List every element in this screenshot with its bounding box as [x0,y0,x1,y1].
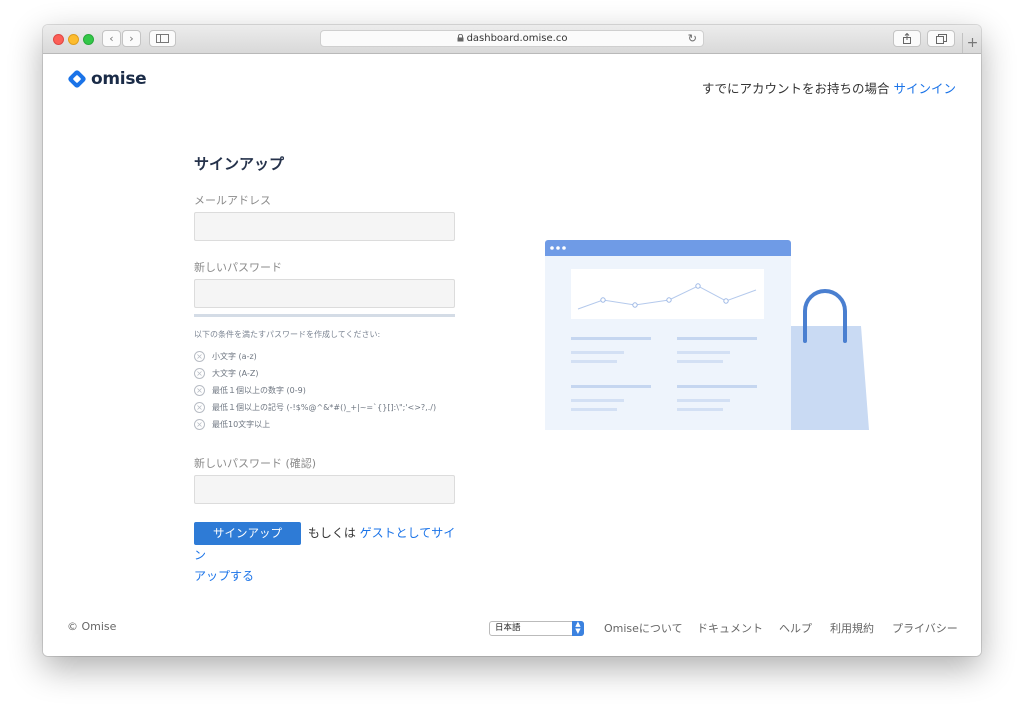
reload-icon[interactable]: ↻ [688,31,697,46]
forward-icon: › [129,32,134,45]
password-strength-bar [194,314,455,317]
sidebar-button[interactable] [149,30,176,47]
url-text: dashboard.omise.co [466,33,568,44]
rule-text: 小文字 (a-z) [212,352,257,361]
x-circle-icon: × [194,385,205,396]
rule-text: 最低１個以上の数字 (0-9) [212,386,306,395]
omise-logo-icon [68,70,86,88]
page-content: omise すでにアカウントをお持ちの場合 サインイン サインアップ メールアド… [43,54,981,656]
share-button[interactable] [893,30,921,47]
form-actions: サインアップ もしくは ゲストとしてサイン アップする [194,522,464,587]
signup-form: サインアップ メールアドレス 新しいパスワード 以下の条件を満たすパスワードを作… [194,153,464,587]
footer-link-docs[interactable]: ドキュメント [697,620,763,636]
minimize-window-button[interactable] [68,34,79,45]
back-button[interactable]: ‹ [102,30,121,47]
footer-link-help[interactable]: ヘルプ [779,620,812,636]
browser-toolbar: ‹ › dashboard.omise.co ↻ + [43,25,981,54]
address-bar[interactable]: dashboard.omise.co ↻ [320,30,704,47]
password-rule: × 小文字 (a-z) [194,348,464,365]
confirm-password-field[interactable] [194,475,455,504]
share-icon [903,32,911,44]
password-label: 新しいパスワード [194,261,282,274]
guest-signup-link-continued[interactable]: アップする [194,569,254,583]
omise-logo[interactable]: omise [67,69,147,89]
chevron-updown-icon: ▲ ▼ [572,621,584,636]
tabs-icon [935,34,947,44]
email-field[interactable] [194,212,455,241]
x-circle-icon: × [194,419,205,430]
or-text: もしくは [307,526,356,540]
footer-link-about[interactable]: Omiseについて [604,620,683,636]
copyright: © Omise [67,620,117,633]
sidebar-icon [156,34,169,43]
zoom-window-button[interactable] [83,34,94,45]
have-account-text: すでにアカウントをお持ちの場合 [701,81,890,96]
language-selected: 日本語 [495,623,521,633]
footer-link-privacy[interactable]: プライバシー [892,620,958,636]
password-rule: × 最低１個以上の数字 (0-9) [194,382,464,399]
rule-text: 最低10文字以上 [212,420,271,429]
rule-text: 最低１個以上の記号 (-!$%@^&*#()_+|~=`{}[]:\";'<>?… [212,403,437,412]
page-title: サインアップ [194,155,285,173]
footer: © Omise 日本語 ▲ ▼ Omiseについて ドキュメント ヘルプ 利用規約… [43,615,981,645]
x-circle-icon: × [194,368,205,379]
close-window-button[interactable] [53,34,64,45]
password-rule: × 最低10文字以上 [194,416,464,433]
signin-prompt: すでにアカウントをお持ちの場合 サインイン [702,78,956,97]
forward-button[interactable]: › [122,30,141,47]
x-circle-icon: × [194,351,205,362]
back-icon: ‹ [109,32,114,45]
rule-text: 大文字 (A-Z) [212,369,259,378]
password-rule: × 大文字 (A-Z) [194,365,464,382]
language-select[interactable]: 日本語 ▲ ▼ [489,621,584,636]
signin-link[interactable]: サインイン [893,81,956,96]
password-rule: × 最低１個以上の記号 (-!$%@^&*#()_+|~=`{}[]:\";'<>… [194,399,464,416]
logo-text: omise [91,69,147,89]
confirm-password-label: 新しいパスワード (確認) [194,457,317,470]
dashboard-illustration [545,240,869,430]
tabs-button[interactable] [927,30,955,47]
footer-link-terms[interactable]: 利用規約 [830,620,874,636]
email-label: メールアドレス [194,194,271,207]
signup-button[interactable]: サインアップ [194,522,301,545]
browser-window: ‹ › dashboard.omise.co ↻ + omise すでにアカウン… [43,25,981,656]
password-hint: 以下の条件を満たすパスワードを作成してください: [194,330,381,339]
new-tab-button[interactable]: + [962,33,981,53]
password-rules-list: × 小文字 (a-z) × 大文字 (A-Z) × 最低１個以上の数字 (0-9) ×… [194,348,464,433]
password-field[interactable] [194,279,455,308]
lock-icon [457,33,464,42]
x-circle-icon: × [194,402,205,413]
